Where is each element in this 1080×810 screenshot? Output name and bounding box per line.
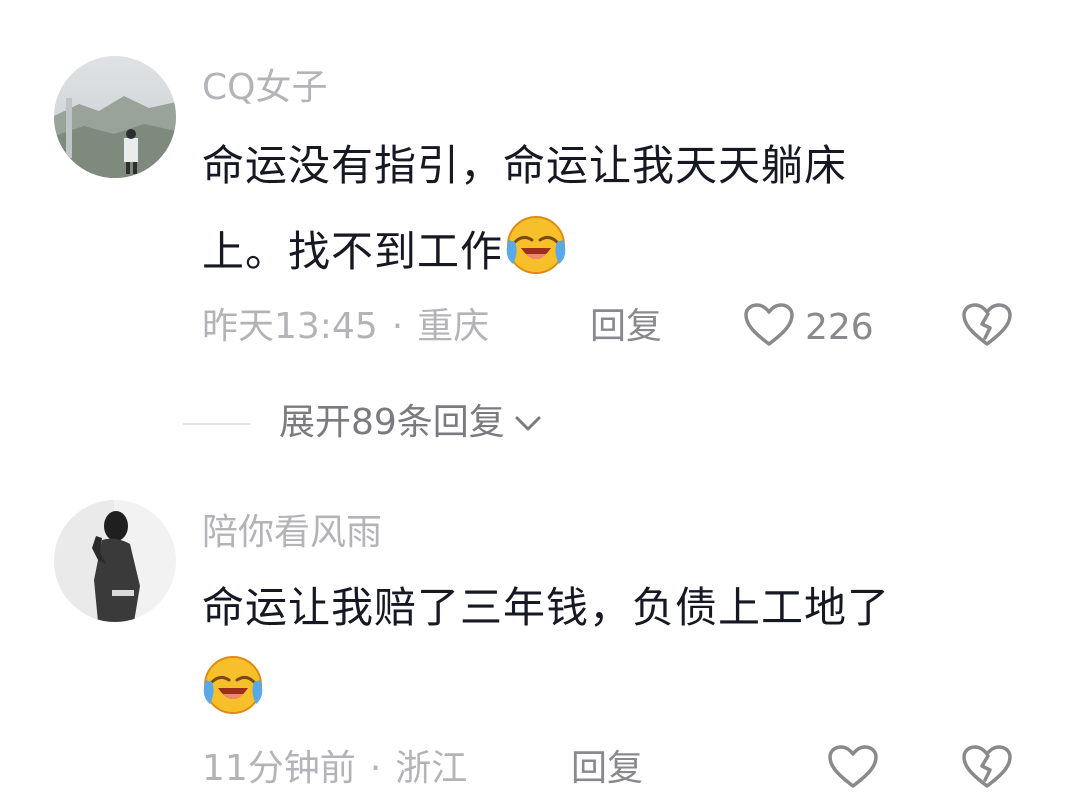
avatar[interactable] [54, 56, 176, 178]
comment-username[interactable]: 陪你看风雨 [202, 511, 382, 555]
laugh-cry-emoji-icon [505, 214, 567, 276]
comment-text-line-2: 上。找不到工作 [202, 214, 567, 280]
comment-location: 浙江 [395, 748, 468, 789]
dislike-button[interactable] [961, 302, 1013, 352]
broken-heart-icon [961, 303, 1013, 352]
dislike-button[interactable] [961, 744, 1013, 794]
like-count: 226 [805, 306, 874, 348]
reply-button[interactable]: 回复 [571, 747, 643, 791]
heart-outline-icon [743, 302, 795, 352]
comment-text-line-1: 命运没有指引，命运让我天天躺床 [202, 141, 848, 190]
like-button[interactable] [827, 744, 879, 794]
comment-location: 重庆 [417, 306, 490, 347]
expand-replies-button[interactable]: 展开89条回复 [279, 401, 543, 445]
expand-replies-label: 展开89条回复 [279, 402, 505, 443]
comment-time: 昨天13:45 [202, 306, 378, 347]
comment-text-segment: 上。找不到工作 [202, 227, 504, 276]
comment-text-line-2 [202, 654, 264, 720]
like-button[interactable]: 226 [743, 302, 874, 352]
expand-divider [183, 423, 251, 425]
comment-meta: 11分钟前 · 浙江 [202, 747, 467, 791]
comment-text-line-1: 命运让我赔了三年钱，负债上工地了 [202, 583, 891, 632]
meta-separator: · [369, 748, 382, 789]
broken-heart-icon [961, 745, 1013, 794]
chevron-down-icon [505, 401, 543, 445]
comment-time: 11分钟前 [202, 748, 356, 789]
comment-username[interactable]: CQ女子 [202, 66, 327, 110]
heart-outline-icon [827, 744, 879, 794]
avatar[interactable] [54, 500, 176, 622]
reply-button[interactable]: 回复 [590, 305, 662, 349]
meta-separator: · [391, 306, 404, 347]
comment-meta: 昨天13:45 · 重庆 [202, 305, 489, 349]
laugh-cry-emoji-icon [202, 654, 264, 716]
